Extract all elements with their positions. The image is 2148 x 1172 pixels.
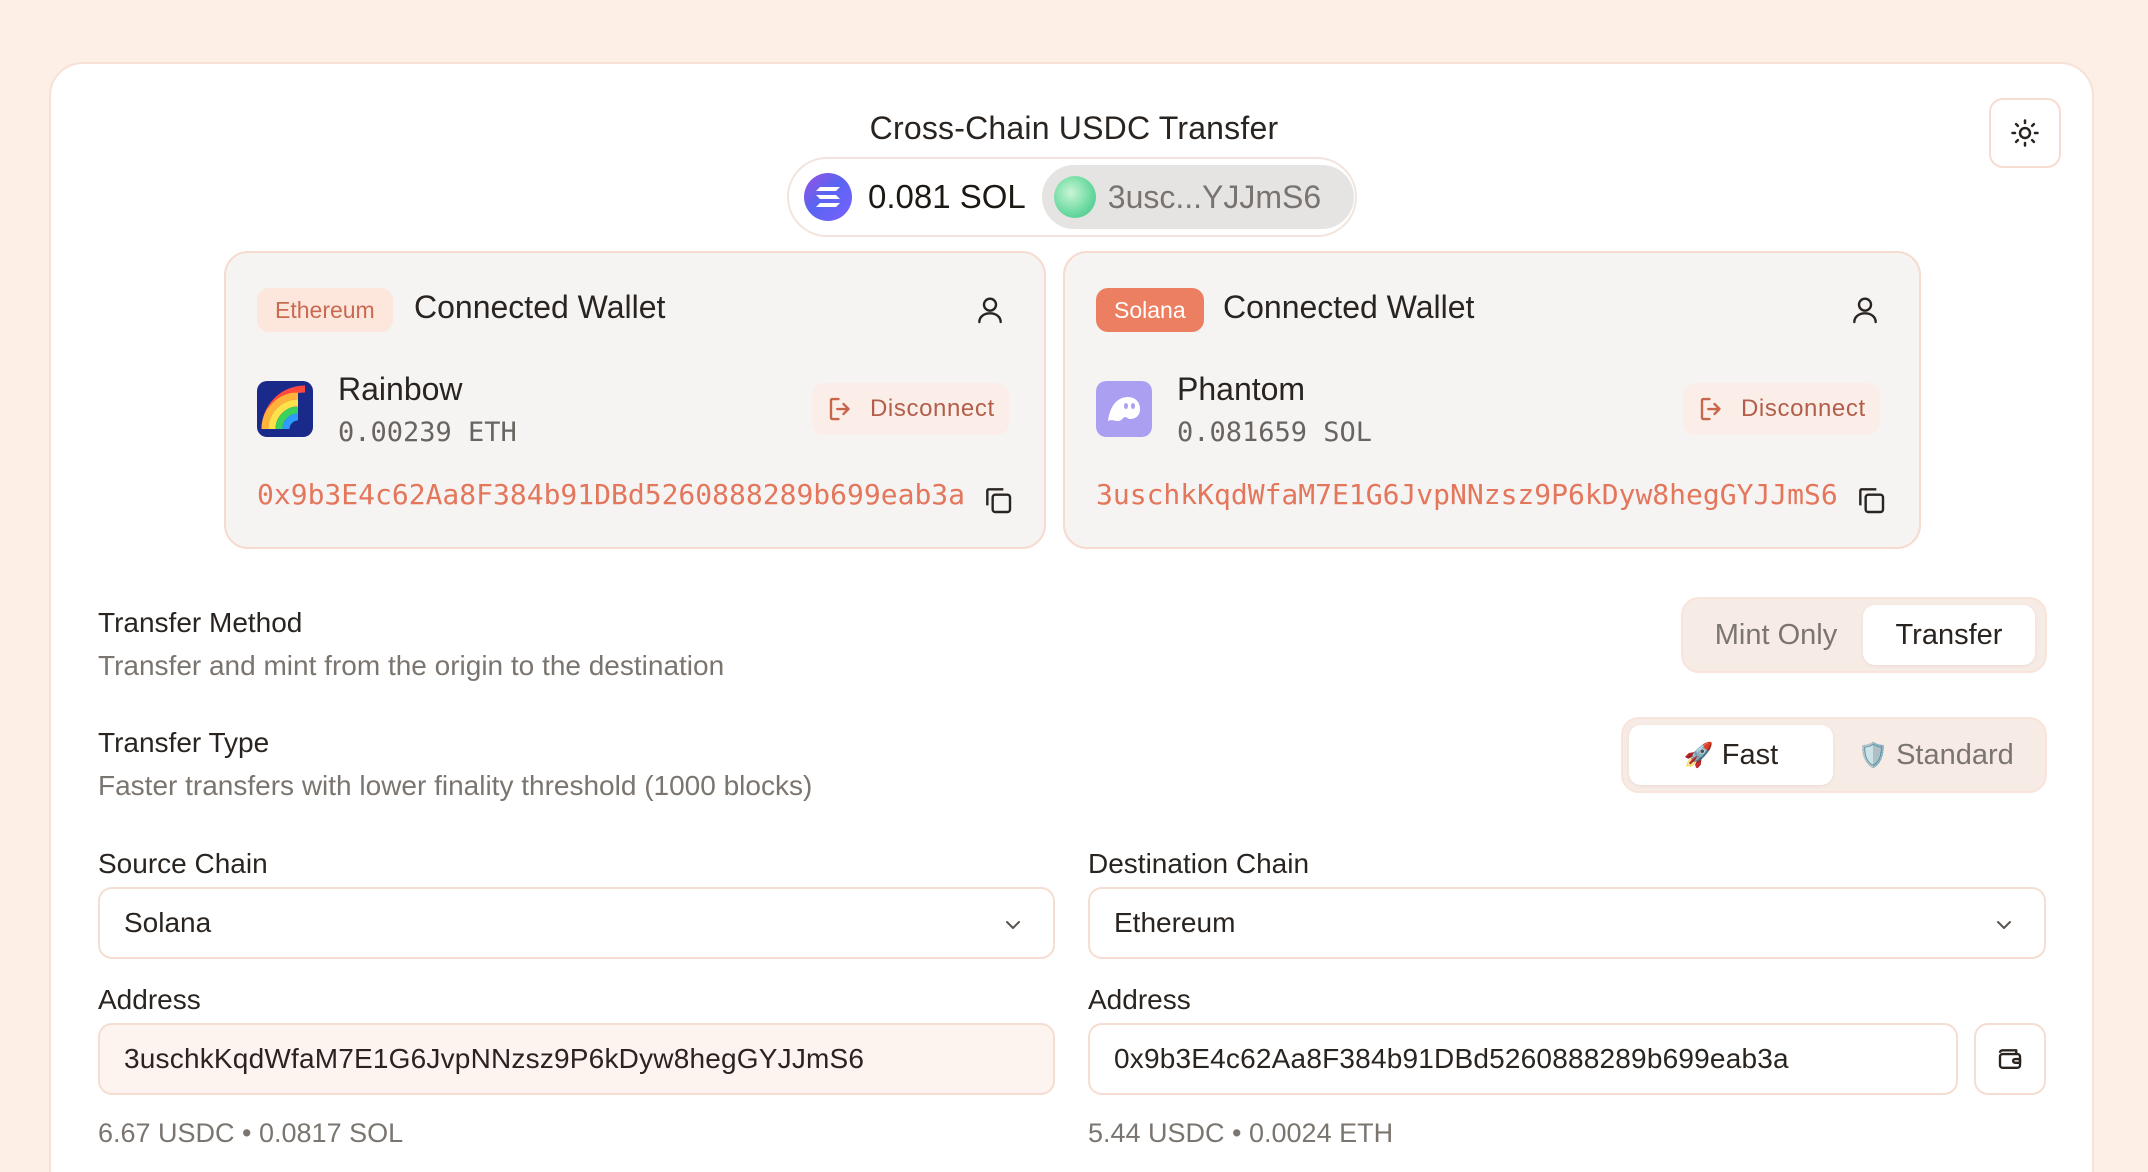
- logout-icon: [829, 397, 850, 421]
- page-title: Cross-Chain USDC Transfer: [869, 110, 1279, 146]
- standard-option[interactable]: 🛡️ Standard: [1833, 725, 2039, 785]
- wallet-icon: [1998, 1049, 2022, 1069]
- transfer-method-label: Transfer Method: [98, 607, 303, 638]
- transfer-type-toggle: 🚀 Fast 🛡️ Standard: [1621, 717, 2047, 793]
- copy-icon[interactable]: [1855, 483, 1887, 517]
- transfer-method-description: Transfer and mint from the origin to the…: [98, 650, 725, 681]
- ethereum-badge: Ethereum: [257, 288, 393, 332]
- ethereum-disconnect-button[interactable]: Disconnect: [812, 383, 1009, 435]
- transfer-type-description: Faster transfers with lower finality thr…: [98, 770, 813, 801]
- source-chain-label: Source Chain: [98, 848, 268, 879]
- chevron-down-icon: [1997, 921, 2011, 929]
- rainbow-wallet-logo: [257, 381, 313, 437]
- transfer-method-toggle: Mint Only Transfer: [1681, 597, 2047, 673]
- user-icon[interactable]: [974, 293, 1006, 327]
- solana-wallet-address[interactable]: 3uschkKqdWfaM7E1G6JvpNNzsz9P6kDyw8hegGYJ…: [1096, 478, 1838, 511]
- source-balances: 6.67 USDC • 0.0817 SOL: [98, 1118, 404, 1148]
- ethereum-wallet-title: Connected Wallet: [414, 289, 666, 325]
- fast-option[interactable]: 🚀 Fast: [1629, 725, 1833, 785]
- destination-address-label: Address: [1088, 984, 1191, 1015]
- user-icon[interactable]: [1849, 293, 1881, 327]
- solana-logo-icon: [804, 173, 852, 221]
- logout-icon: [1700, 397, 1721, 421]
- account-short-address: 3usc...YJJmS6: [1107, 178, 1322, 215]
- mint-only-option[interactable]: Mint Only: [1689, 605, 1863, 665]
- source-address-label: Address: [98, 984, 201, 1015]
- rocket-icon: 🚀: [1683, 741, 1714, 769]
- transfer-option[interactable]: Transfer: [1863, 605, 2035, 665]
- destination-balances: 5.44 USDC • 0.0024 ETH: [1088, 1118, 1394, 1148]
- account-chip[interactable]: 3usc...YJJmS6: [1041, 165, 1354, 229]
- destination-chain-value: Ethereum: [1114, 907, 1236, 938]
- solana-disconnect-label: Disconnect: [1741, 395, 1866, 422]
- solana-wallet-title: Connected Wallet: [1223, 289, 1475, 325]
- source-chain-value: Solana: [124, 907, 212, 938]
- solana-wallet-card: Solana Connected Wallet Phantom 0.081659…: [1063, 251, 1921, 549]
- chevron-down-icon: [1006, 921, 1020, 929]
- destination-chain-label: Destination Chain: [1088, 848, 1310, 879]
- ethereum-disconnect-label: Disconnect: [870, 395, 995, 422]
- destination-chain-select[interactable]: Ethereum: [1088, 887, 2046, 959]
- source-chain-select[interactable]: Solana: [98, 887, 1055, 959]
- use-connected-wallet-button[interactable]: [1974, 1023, 2046, 1095]
- ethereum-wallet-balance: 0.00239 ETH: [338, 417, 517, 448]
- ethereum-wallet-name: Rainbow: [338, 371, 463, 407]
- solana-wallet-name: Phantom: [1177, 371, 1306, 407]
- account-avatar: [1053, 176, 1096, 218]
- phantom-wallet-logo: [1096, 381, 1152, 437]
- solana-disconnect-button[interactable]: Disconnect: [1683, 383, 1880, 435]
- standard-option-label: Standard: [1896, 738, 2014, 771]
- shield-icon: 🛡️: [1858, 741, 1889, 769]
- source-address-input[interactable]: 3uschkKqdWfaM7E1G6JvpNNzsz9P6kDyw8hegGYJ…: [98, 1023, 1055, 1095]
- account-pill[interactable]: 0.081 SOL 3usc...YJJmS6: [787, 157, 1357, 237]
- ethereum-wallet-card: Ethereum Connected Wallet Rainbow 0.0023…: [224, 251, 1046, 549]
- ethereum-wallet-address[interactable]: 0x9b3E4c62Aa8F384b91DBd5260888289b699eab…: [257, 478, 965, 511]
- transfer-type-label: Transfer Type: [98, 727, 270, 758]
- solana-wallet-balance: 0.081659 SOL: [1177, 417, 1373, 448]
- fast-option-label: Fast: [1721, 738, 1779, 771]
- destination-address-input[interactable]: 0x9b3E4c62Aa8F384b91DBd5260888289b699eab…: [1088, 1023, 1958, 1095]
- copy-icon[interactable]: [982, 483, 1014, 517]
- solana-badge: Solana: [1096, 288, 1204, 332]
- header-balance: 0.081 SOL: [868, 178, 1026, 215]
